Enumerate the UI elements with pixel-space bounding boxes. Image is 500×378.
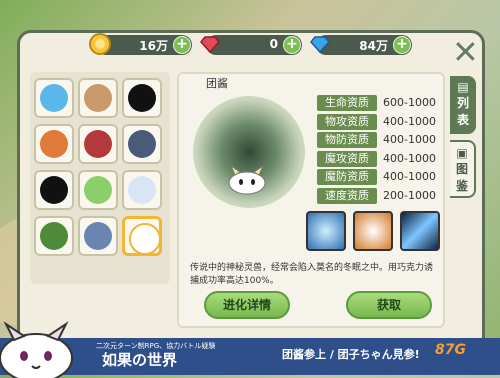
- pet-slot[interactable]: [122, 124, 162, 164]
- pet-slot[interactable]: [34, 124, 74, 164]
- ruby-resource: 0 +: [200, 35, 302, 55]
- coin-value: 16万: [139, 39, 168, 53]
- coin-resource: 16万 +: [89, 33, 192, 55]
- add-diamond-button[interactable]: +: [393, 36, 411, 54]
- pet-slot-locked[interactable]: [34, 170, 74, 210]
- pet-grid: [30, 72, 170, 284]
- coin-icon: [89, 33, 111, 55]
- book-icon: ▣: [456, 146, 468, 160]
- skill-icon[interactable]: [400, 211, 440, 251]
- ruby-icon: [200, 36, 220, 54]
- list-icon: ▤: [457, 80, 469, 94]
- add-ruby-button[interactable]: +: [283, 36, 301, 54]
- site-logo: 87G: [435, 342, 466, 358]
- pet-slot[interactable]: [34, 216, 74, 256]
- stats-table: 生命资质 600-1000 物攻资质 400-1000 物防资质 400-1000 魔…: [317, 95, 445, 206]
- ruby-value: 0: [269, 37, 278, 51]
- banner-tagline: 团酱参上 / 团子ちゃん見参!: [282, 348, 420, 361]
- diamond-value: 84万: [359, 39, 388, 53]
- banner-title: 如果の世界: [102, 351, 178, 369]
- evolve-details-button[interactable]: 进化详情: [204, 291, 290, 319]
- pet-slot[interactable]: [78, 170, 118, 210]
- skill-icon[interactable]: [306, 211, 346, 251]
- tab-list[interactable]: ▤ 列 表: [450, 76, 476, 134]
- pet-description: 传说中的神秘灵兽，经常会陷入莫名的冬眠之中。用巧克力诱捕成功率高达100%。: [190, 263, 434, 286]
- stat-row: 物防资质 400-1000: [317, 132, 445, 150]
- skill-icon[interactable]: [353, 211, 393, 251]
- mascot-image: [0, 321, 73, 378]
- stat-row: 速度资质 200-1000: [317, 187, 445, 206]
- add-coin-button[interactable]: +: [173, 36, 191, 54]
- stat-row: 魔防资质 400-1000: [317, 169, 445, 187]
- pet-slot-locked[interactable]: [122, 78, 162, 118]
- stat-row: 物攻资质 400-1000: [317, 113, 445, 132]
- stat-row: 生命资质 600-1000: [317, 95, 445, 113]
- pet-name: 团酱: [206, 77, 228, 90]
- diamond-icon: [310, 36, 330, 54]
- tab-codex[interactable]: ▣ 图 鉴: [450, 140, 476, 198]
- diamond-resource: 84万 +: [310, 35, 412, 55]
- close-icon[interactable]: ✕: [452, 36, 479, 68]
- pet-slot[interactable]: [122, 170, 162, 210]
- pet-portrait: [228, 164, 266, 195]
- pet-slot[interactable]: [78, 124, 118, 164]
- pet-slot-selected[interactable]: [122, 216, 162, 256]
- pet-slot[interactable]: [34, 78, 74, 118]
- pet-slot[interactable]: [78, 78, 118, 118]
- pet-slot[interactable]: [78, 216, 118, 256]
- stat-row: 魔攻资质 400-1000: [317, 150, 445, 169]
- obtain-button[interactable]: 获取: [346, 291, 432, 319]
- resource-bar: 16万 + 0 + 84万 +: [88, 32, 418, 58]
